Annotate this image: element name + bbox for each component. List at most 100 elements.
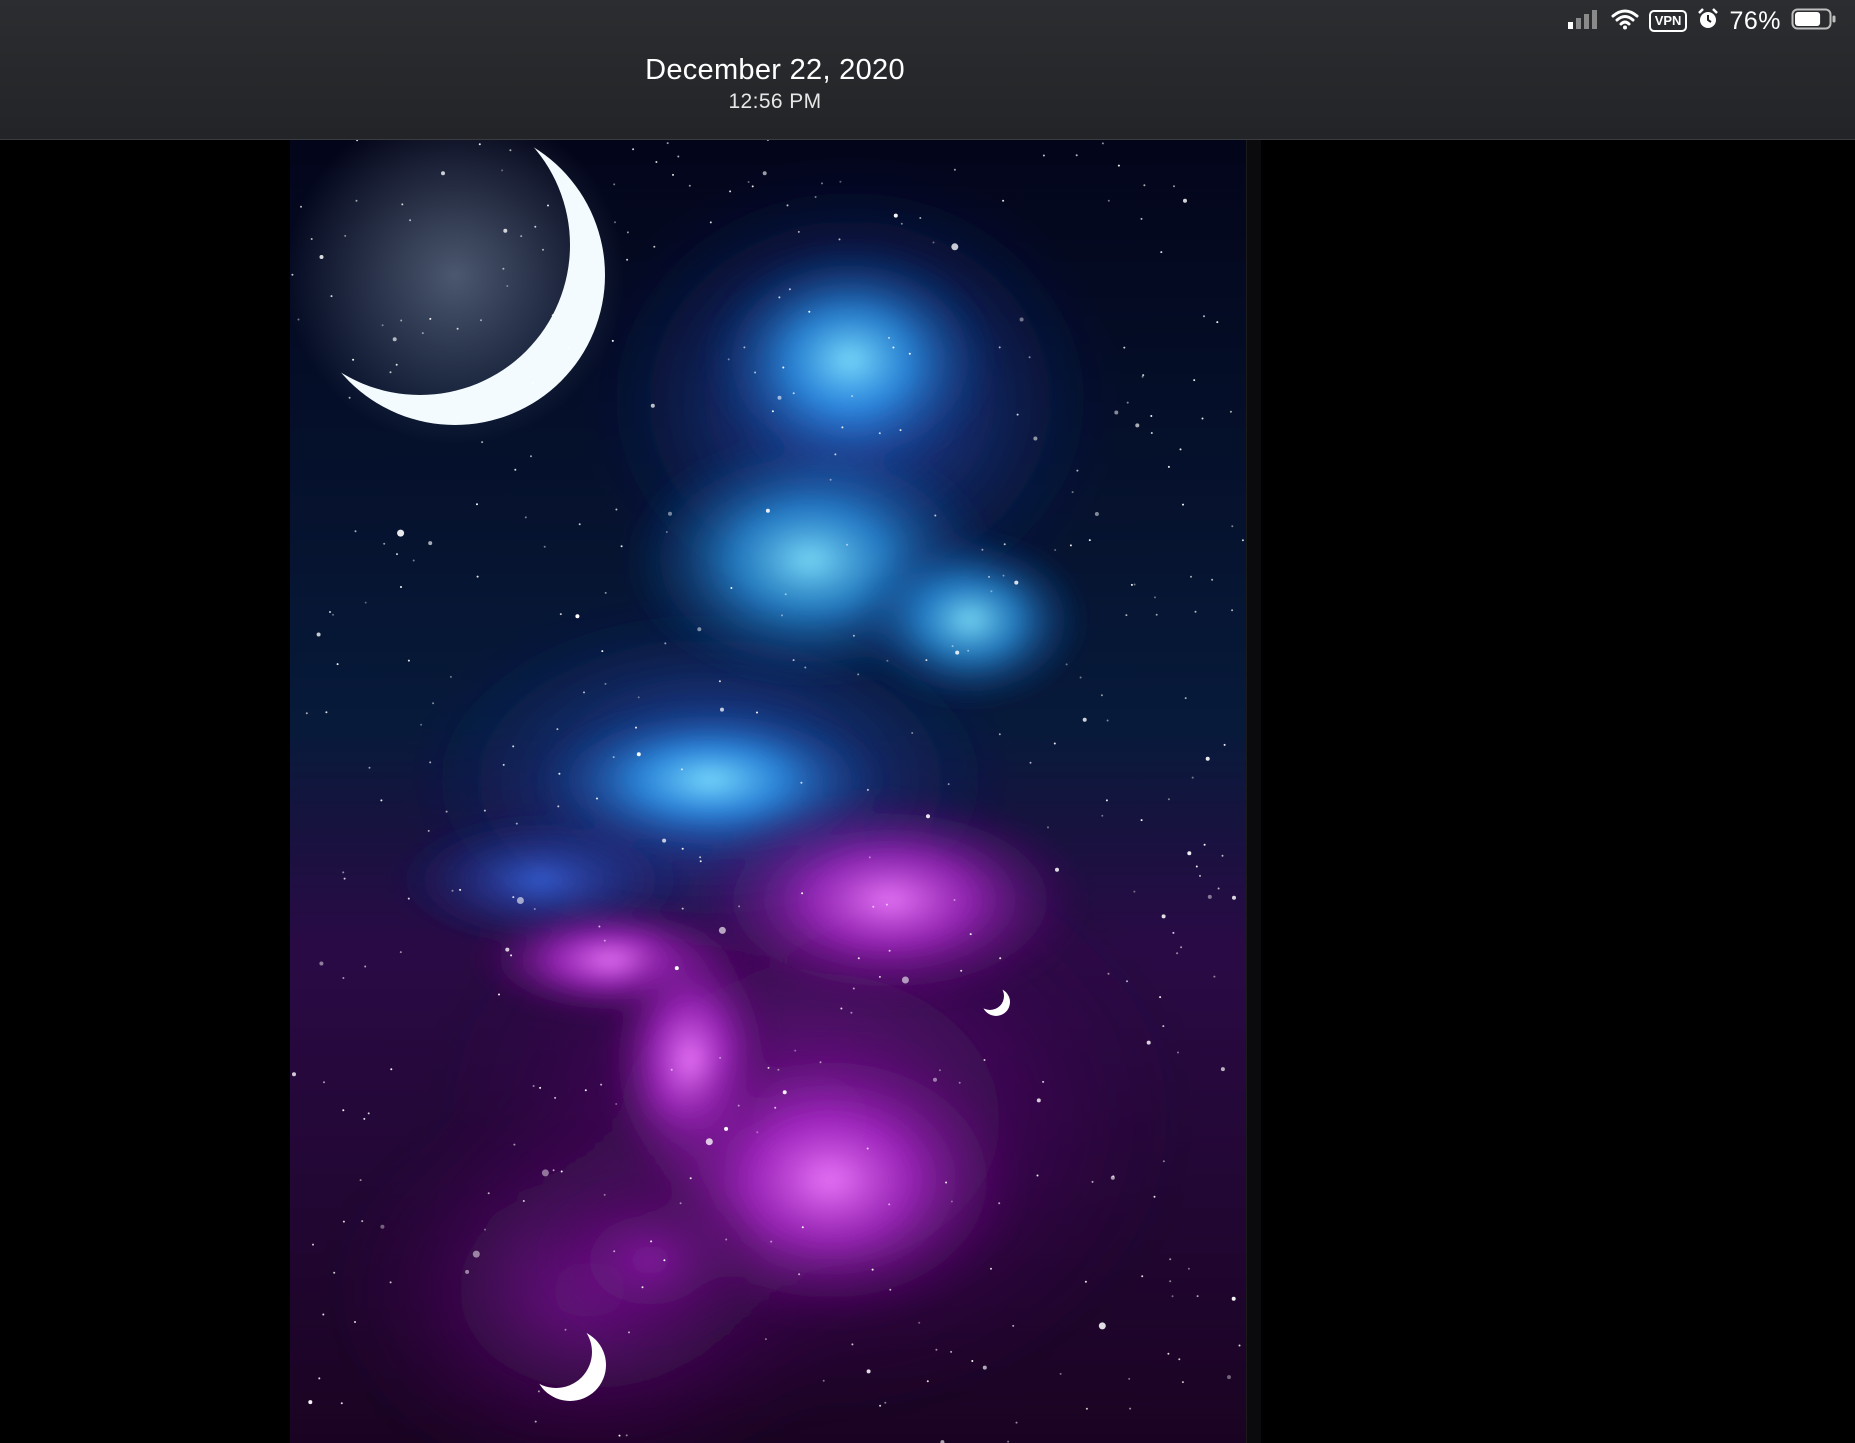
star <box>926 814 930 819</box>
star <box>1238 1344 1241 1347</box>
star <box>990 590 993 593</box>
star <box>503 228 508 233</box>
star <box>336 663 339 666</box>
star <box>1107 199 1110 202</box>
star <box>1082 717 1087 722</box>
star <box>598 925 601 928</box>
star <box>1019 317 1024 322</box>
star <box>1160 251 1163 254</box>
star <box>1128 1377 1131 1380</box>
star <box>798 1273 801 1276</box>
star <box>451 889 454 892</box>
star <box>908 352 911 355</box>
star <box>767 1066 770 1069</box>
star <box>1065 663 1068 666</box>
star <box>1177 1051 1179 1054</box>
vpn-icon: VPN <box>1648 10 1688 32</box>
star <box>380 799 383 802</box>
star <box>709 221 712 224</box>
star <box>396 553 398 556</box>
star <box>697 627 702 632</box>
star <box>829 478 832 481</box>
star <box>368 766 371 769</box>
star <box>1106 719 1109 722</box>
star <box>1054 549 1057 551</box>
star <box>532 1085 535 1087</box>
status-bar: VPN 76% <box>1567 6 1837 36</box>
star <box>762 171 767 176</box>
star <box>1229 410 1232 413</box>
star <box>1002 574 1005 577</box>
star <box>935 1348 938 1351</box>
star <box>407 897 410 900</box>
star <box>765 508 770 513</box>
star <box>794 1049 797 1052</box>
star <box>348 396 351 399</box>
star <box>583 691 585 694</box>
star <box>329 611 331 613</box>
star <box>297 318 300 321</box>
star <box>650 1240 653 1243</box>
star <box>1220 1067 1225 1072</box>
star <box>1015 1421 1018 1424</box>
star <box>1036 1098 1041 1103</box>
star <box>888 1203 891 1206</box>
star <box>484 1228 486 1231</box>
star <box>918 1321 921 1324</box>
star <box>1098 1322 1106 1330</box>
star <box>412 559 415 562</box>
star <box>998 346 1001 349</box>
star <box>886 659 889 662</box>
star <box>1101 142 1104 145</box>
star <box>1053 742 1056 745</box>
star <box>312 1243 314 1246</box>
star <box>344 234 347 237</box>
star <box>1201 417 1204 420</box>
star <box>926 1380 929 1383</box>
star <box>1221 854 1224 857</box>
star <box>428 541 433 546</box>
star <box>650 403 655 408</box>
star <box>395 363 398 366</box>
star <box>557 805 560 808</box>
star <box>522 1200 525 1202</box>
star <box>392 337 397 342</box>
star <box>1088 539 1091 542</box>
star <box>604 682 607 685</box>
star <box>999 957 1002 960</box>
star <box>1101 814 1104 817</box>
galaxy-photo[interactable] <box>290 140 1246 1443</box>
star <box>1071 491 1074 494</box>
star <box>342 977 345 979</box>
star <box>814 196 817 198</box>
star <box>1126 401 1129 404</box>
star <box>1172 931 1175 934</box>
star <box>361 1220 364 1223</box>
star <box>730 587 733 589</box>
star <box>751 185 754 188</box>
star <box>432 702 435 705</box>
star <box>364 601 367 604</box>
star <box>420 723 423 726</box>
star <box>421 332 424 335</box>
star <box>603 939 606 942</box>
star <box>756 1131 759 1134</box>
star <box>951 645 954 648</box>
star <box>1125 614 1128 617</box>
photo-canvas[interactable] <box>0 140 1855 1443</box>
star <box>725 1238 728 1241</box>
star <box>559 613 562 616</box>
star <box>808 310 811 313</box>
viewer-edge-divider <box>1246 140 1261 1443</box>
star <box>1129 1407 1132 1410</box>
star <box>1140 819 1143 822</box>
star <box>615 1103 618 1105</box>
star <box>449 675 452 678</box>
star <box>401 203 404 206</box>
star <box>407 659 410 662</box>
star <box>1211 578 1214 581</box>
star <box>1161 914 1166 919</box>
star <box>1181 1381 1184 1384</box>
star <box>888 949 891 952</box>
star <box>782 366 785 369</box>
